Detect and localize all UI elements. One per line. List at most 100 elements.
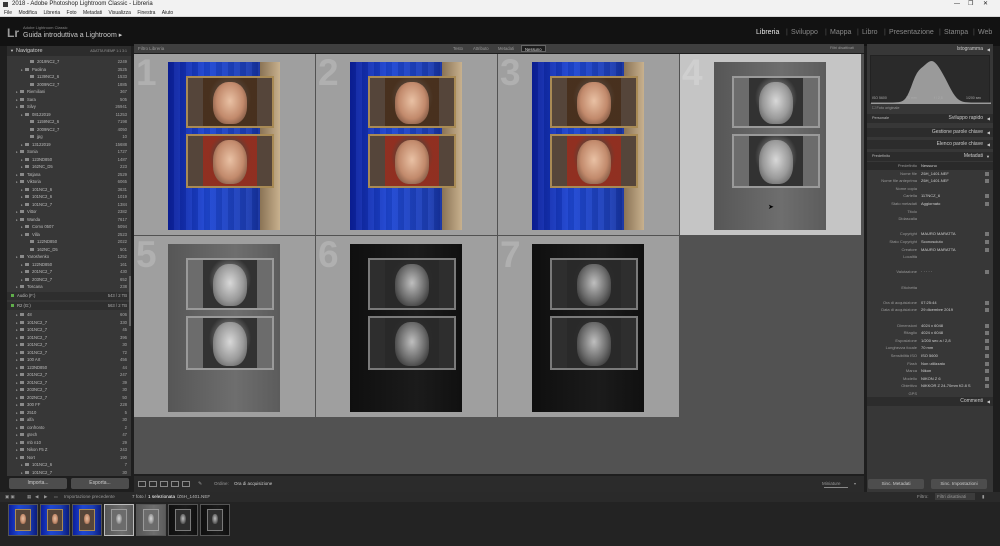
folder-row[interactable]: ▸ 123ND850 1487 bbox=[7, 156, 131, 164]
module-web[interactable]: Web bbox=[978, 29, 992, 36]
keyword-list-header[interactable]: Elenco parole chiave ◀ bbox=[867, 140, 993, 149]
folder-row[interactable]: ▸ 48 606 bbox=[7, 311, 131, 319]
folder-row[interactable]: ▸ 300 FF 228 bbox=[7, 401, 131, 409]
folder-row[interactable]: ▸ Viktoria 6065 bbox=[7, 178, 131, 186]
metadata-value[interactable]: 29 dicembre 2019 bbox=[921, 306, 953, 314]
folder-row[interactable]: ▸ Riemiliani 367 bbox=[7, 88, 131, 96]
folder-row[interactable]: ▸ 101NC2_7 30 bbox=[7, 469, 131, 477]
module-mappa[interactable]: Mappa bbox=[830, 29, 851, 36]
metadata-action-icon[interactable] bbox=[985, 171, 989, 176]
metadata-action-icon[interactable] bbox=[985, 194, 989, 199]
folder-row[interactable]: ▸ 122ND850 161 bbox=[7, 261, 131, 269]
volume-row[interactable]: Audio (F:) 543 / 2 TB bbox=[7, 292, 131, 300]
folder-row[interactable]: ▸ confronto 2 bbox=[7, 424, 131, 432]
metadata-action-icon[interactable] bbox=[985, 232, 989, 237]
import-button[interactable]: Importa... bbox=[9, 478, 67, 489]
folder-row[interactable]: jpg 10 bbox=[7, 133, 131, 141]
survey-view-icon[interactable] bbox=[171, 481, 179, 487]
folder-row[interactable]: ▸ Sara 505 bbox=[7, 96, 131, 104]
loupe-view-icon[interactable] bbox=[149, 481, 157, 487]
filter-switch-icon[interactable]: ▮ bbox=[982, 492, 985, 502]
folder-row[interactable]: 1159NC2_6 7198 bbox=[7, 118, 131, 126]
module-presentazione[interactable]: Presentazione bbox=[889, 29, 934, 36]
metadata-value[interactable]: 1/200 sec a / 2,8 bbox=[921, 337, 951, 345]
module-stampa[interactable]: Stampa bbox=[944, 29, 968, 36]
metadata-value[interactable]: MAURO MARATTA bbox=[921, 246, 956, 254]
filter-tab-attributo[interactable]: Attributo bbox=[470, 45, 492, 52]
painter-icon[interactable]: ✎ bbox=[198, 476, 202, 492]
menu-aiuto[interactable]: Aiuto bbox=[162, 10, 173, 16]
folder-row[interactable]: ▸ Nikon F5 Z 243 bbox=[7, 446, 131, 454]
toolbar-menu-icon[interactable]: ▾ bbox=[854, 476, 856, 492]
sync-settings-button[interactable]: Sinc. Impostazioni bbox=[931, 479, 987, 489]
module-libro[interactable]: Libro bbox=[862, 29, 878, 36]
minimize-icon[interactable]: — bbox=[954, 0, 960, 9]
folder-row[interactable]: ▸ 203NC2_7 30 bbox=[7, 386, 131, 394]
metadata-value[interactable]: Nessuno bbox=[921, 162, 937, 170]
original-photo-toggle[interactable]: ☐ Foto originale bbox=[872, 105, 899, 110]
folder-row[interactable]: ▸ Toscana 238 bbox=[7, 283, 131, 291]
menu-file[interactable]: File bbox=[4, 10, 12, 16]
grid-cell[interactable]: 5 bbox=[134, 236, 315, 417]
grid-view-icon[interactable] bbox=[138, 481, 146, 487]
folder-row[interactable]: ▸ Sonia 1727 bbox=[7, 148, 131, 156]
volume-row[interactable]: R2 (G:) 563 / 2 TB bbox=[7, 302, 131, 310]
metadata-value[interactable]: Non utilizzato bbox=[921, 360, 945, 368]
folder-row[interactable]: 162NC_D5 501 bbox=[7, 246, 131, 254]
folder-row[interactable]: ▸ 101NC2_7 330 bbox=[7, 319, 131, 327]
folder-row[interactable]: ▸ 101NC2_6 7 bbox=[7, 461, 131, 469]
metadata-preset[interactable]: Predefinito bbox=[872, 152, 890, 161]
photo-thumbnail[interactable] bbox=[168, 62, 280, 230]
metadata-value[interactable]: Aggiornato bbox=[921, 200, 940, 208]
metadata-action-icon[interactable] bbox=[985, 331, 989, 336]
folder-row[interactable]: ▸ Como 0507 5094 bbox=[7, 223, 131, 231]
grid-cell[interactable]: 7 bbox=[498, 236, 679, 417]
folder-row[interactable]: ▸ 13122019 15688 bbox=[7, 141, 131, 149]
metadata-action-icon[interactable] bbox=[985, 179, 989, 184]
grid-cell[interactable]: 6 bbox=[316, 236, 497, 417]
filmstrip-thumbnail[interactable] bbox=[136, 504, 166, 536]
folder-row[interactable]: 2009NC2_7 4050 bbox=[7, 126, 131, 134]
metadata-action-icon[interactable] bbox=[985, 384, 989, 389]
folder-row[interactable]: ▸ Vittor 2382 bbox=[7, 208, 131, 216]
navigator-header[interactable]: ▼ Navigatore ADATTA RIEMP 1:1 3:1 bbox=[7, 46, 131, 56]
grid-shortcut-icon[interactable]: ▦ bbox=[27, 492, 31, 502]
metadata-action-icon[interactable] bbox=[985, 376, 989, 381]
photo-thumbnail[interactable] bbox=[350, 62, 462, 230]
grid-cell[interactable]: 2 bbox=[316, 54, 497, 235]
folder-row[interactable]: ▸ Silvy 26941 bbox=[7, 103, 131, 111]
folder-row[interactable]: ▸ 101NC2_7 72 bbox=[7, 349, 131, 357]
module-sviluppo[interactable]: Sviluppo bbox=[791, 29, 818, 36]
folder-row[interactable]: ▸ 202NC2_7 50 bbox=[7, 394, 131, 402]
folder-row[interactable]: ▸ mb n10 29 bbox=[7, 439, 131, 447]
metadata-value[interactable]: 70 mm bbox=[921, 344, 933, 352]
grid-cell[interactable]: 3 bbox=[498, 54, 679, 235]
metadata-value[interactable]: 4024 x 6048 bbox=[921, 329, 943, 337]
folder-row[interactable]: ▸ 101NC2_7 30 bbox=[7, 341, 131, 349]
filmstrip-thumbnail[interactable] bbox=[72, 504, 102, 536]
metadata-header[interactable]: Predefinito Metadati ▼ bbox=[867, 152, 993, 161]
photo-thumbnail[interactable] bbox=[532, 62, 644, 230]
metadata-value[interactable]: NIKKOR Z 24-70mm f/2.8 S bbox=[921, 382, 971, 390]
metadata-value[interactable]: 4024 x 6048 bbox=[921, 322, 943, 330]
folder-row[interactable]: ▸ 123ND850 44 bbox=[7, 364, 131, 372]
metadata-action-icon[interactable] bbox=[985, 300, 989, 305]
histogram-header[interactable]: Istogramma ◀ bbox=[867, 45, 993, 54]
folder-row[interactable]: 122ND850 2022 bbox=[7, 238, 131, 246]
metadata-action-icon[interactable] bbox=[985, 240, 989, 244]
metadata-value[interactable]: Nikon bbox=[921, 367, 931, 375]
folder-row[interactable]: ▸ Nort 190 bbox=[7, 454, 131, 462]
folder-row[interactable]: 1139NC2_6 1533 bbox=[7, 73, 131, 81]
filmstrip-filter-select[interactable]: Filtri disattivati bbox=[935, 493, 975, 500]
folder-row[interactable]: ▸ gtech 47 bbox=[7, 431, 131, 439]
folder-row[interactable]: ▸ 201NC2_7 247 bbox=[7, 371, 131, 379]
folder-row[interactable]: ▸ 08122019 11253 bbox=[7, 111, 131, 119]
catalog-name[interactable]: Guida introduttiva a Lightroom ▸ bbox=[23, 31, 122, 39]
metadata-value[interactable]: Sconosciuto bbox=[921, 238, 943, 246]
metadata-value[interactable]: · · · · · bbox=[921, 268, 932, 276]
metadata-action-icon[interactable] bbox=[985, 338, 989, 343]
maximize-icon[interactable]: ❐ bbox=[968, 0, 973, 9]
metadata-value[interactable]: NIKON Z 6 bbox=[921, 375, 941, 383]
filter-tab-metadati[interactable]: Metadati bbox=[495, 45, 517, 52]
filmstrip-thumbnail[interactable] bbox=[168, 504, 198, 536]
